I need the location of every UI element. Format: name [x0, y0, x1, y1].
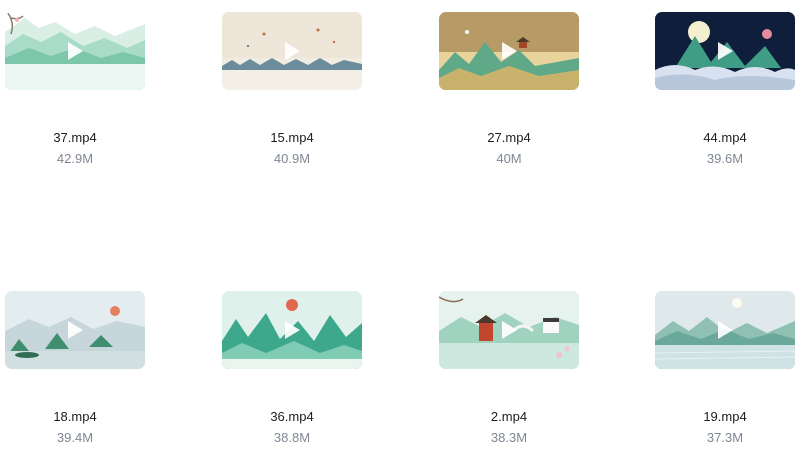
file-name: 37.mp4	[53, 130, 97, 145]
video-file-tile[interactable]: 36.mp4 38.8M	[222, 279, 362, 445]
video-thumbnail[interactable]	[222, 291, 362, 369]
video-file-tile[interactable]: 19.mp4 37.3M	[655, 279, 795, 445]
file-name: 15.mp4	[270, 130, 314, 145]
file-name: 36.mp4	[270, 409, 314, 424]
video-thumbnail[interactable]	[655, 12, 795, 90]
video-file-tile[interactable]: 37.mp4 42.9M	[5, 0, 145, 166]
video-thumbnail[interactable]	[439, 291, 579, 369]
play-icon[interactable]	[715, 320, 735, 340]
file-size: 40M	[496, 151, 522, 166]
video-thumbnail[interactable]	[5, 12, 145, 90]
video-file-grid: 37.mp4 42.9M 15.mp4 40.9M 27.mp4 40M 44.…	[0, 0, 800, 457]
file-size: 38.3M	[490, 430, 528, 445]
file-name: 44.mp4	[703, 130, 747, 145]
file-size: 39.4M	[56, 430, 94, 445]
file-size: 37.3M	[706, 430, 744, 445]
play-icon[interactable]	[499, 320, 519, 340]
play-icon[interactable]	[499, 41, 519, 61]
video-thumbnail[interactable]	[222, 12, 362, 90]
play-icon[interactable]	[282, 320, 302, 340]
video-thumbnail[interactable]	[655, 291, 795, 369]
file-name: 27.mp4	[487, 130, 531, 145]
file-size: 40.9M	[273, 151, 311, 166]
play-icon[interactable]	[65, 320, 85, 340]
video-file-tile[interactable]: 2.mp4 38.3M	[439, 279, 579, 445]
video-file-tile[interactable]: 44.mp4 39.6M	[655, 0, 795, 166]
video-file-tile[interactable]: 18.mp4 39.4M	[5, 279, 145, 445]
file-size: 42.9M	[56, 151, 94, 166]
file-size: 38.8M	[273, 430, 311, 445]
video-thumbnail[interactable]	[5, 291, 145, 369]
video-thumbnail[interactable]	[439, 12, 579, 90]
play-icon[interactable]	[282, 41, 302, 61]
video-file-tile[interactable]: 27.mp4 40M	[439, 0, 579, 166]
file-name: 18.mp4	[53, 409, 97, 424]
play-icon[interactable]	[65, 41, 85, 61]
file-size: 39.6M	[706, 151, 744, 166]
video-file-tile[interactable]: 15.mp4 40.9M	[222, 0, 362, 166]
play-icon[interactable]	[715, 41, 735, 61]
file-name: 19.mp4	[703, 409, 747, 424]
file-name: 2.mp4	[490, 409, 528, 424]
